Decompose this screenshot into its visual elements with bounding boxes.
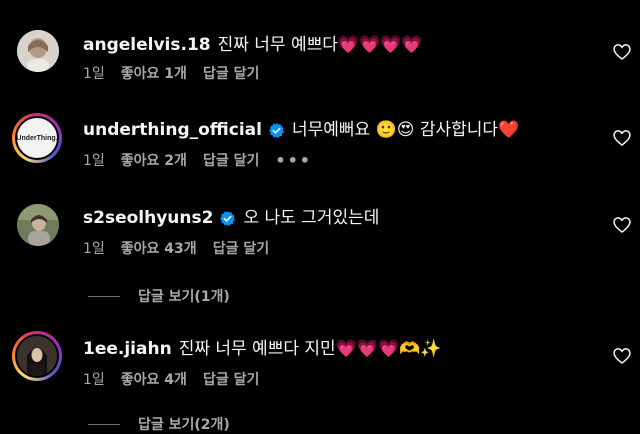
username[interactable]: underthing_official <box>83 119 262 141</box>
avatar[interactable]: UnderThing. <box>12 113 62 163</box>
comment-text: 진짜 너무 예쁘다💗💗💗💗 <box>217 35 423 55</box>
avatar[interactable] <box>12 331 62 381</box>
view-replies-button[interactable]: 답글 보기(2개) <box>88 414 230 434</box>
username[interactable]: 1ee.jiahn <box>83 338 172 360</box>
reply-button[interactable]: 답글 달기 <box>203 152 259 170</box>
comment-line: s2seolhyuns2 오 나도 그거있는데 <box>83 207 379 229</box>
heart-outline-icon[interactable] <box>612 215 632 235</box>
avatar[interactable] <box>17 30 59 72</box>
more-options-button[interactable]: ••• <box>275 152 312 170</box>
heart-outline-icon[interactable] <box>612 128 632 148</box>
comment-text: 진짜 너무 예쁘다 지민💗💗💗🫶✨ <box>178 339 442 359</box>
comment-meta: 1일 좋아요 43개 답글 달기 <box>83 240 285 258</box>
likes-count[interactable]: 좋아요 4개 <box>121 371 187 389</box>
reply-button[interactable]: 답글 달기 <box>203 371 259 389</box>
comment-meta: 1일 좋아요 4개 답글 달기 <box>83 371 275 389</box>
view-replies-label: 답글 보기(1개) <box>138 289 230 305</box>
comment-line: underthing_official 너무예뻐요 🙂😍 감사합니다❤️ <box>83 119 519 141</box>
avatar-logo-text: UnderThing. <box>16 134 58 142</box>
view-replies-label: 답글 보기(2개) <box>138 417 230 433</box>
avatar-photo <box>17 336 57 376</box>
username[interactable]: angelelvis.18 <box>83 34 211 56</box>
reply-button[interactable]: 답글 달기 <box>213 240 269 258</box>
comment-text: 너무예뻐요 🙂😍 감사합니다❤️ <box>291 120 520 140</box>
comment-meta: 1일 좋아요 2개 답글 달기 ••• <box>83 152 328 170</box>
likes-count[interactable]: 좋아요 43개 <box>121 240 197 258</box>
divider <box>88 423 120 425</box>
comment-line: angelelvis.18 진짜 너무 예쁘다💗💗💗💗 <box>83 34 423 56</box>
verified-badge-icon <box>220 210 236 226</box>
comment-time: 1일 <box>83 153 105 169</box>
heart-outline-icon[interactable] <box>612 42 632 62</box>
comment-line: 1ee.jiahn 진짜 너무 예쁘다 지민💗💗💗🫶✨ <box>83 338 442 360</box>
heart-outline-icon[interactable] <box>612 346 632 366</box>
avatar-photo <box>17 30 59 72</box>
view-replies-button[interactable]: 답글 보기(1개) <box>88 286 230 306</box>
divider <box>88 295 120 297</box>
avatar-photo <box>17 204 59 246</box>
avatar[interactable] <box>17 204 59 246</box>
comment-time: 1일 <box>83 372 105 388</box>
comment-meta: 1일 좋아요 1개 답글 달기 <box>83 65 275 83</box>
likes-count[interactable]: 좋아요 1개 <box>121 65 187 83</box>
username[interactable]: s2seolhyuns2 <box>83 207 213 229</box>
comment-text: 오 나도 그거있는데 <box>243 208 380 228</box>
verified-badge-icon <box>269 122 284 138</box>
likes-count[interactable]: 좋아요 2개 <box>121 152 187 170</box>
comment-time: 1일 <box>83 241 105 257</box>
comment-time: 1일 <box>83 66 105 82</box>
reply-button[interactable]: 답글 달기 <box>203 65 259 83</box>
